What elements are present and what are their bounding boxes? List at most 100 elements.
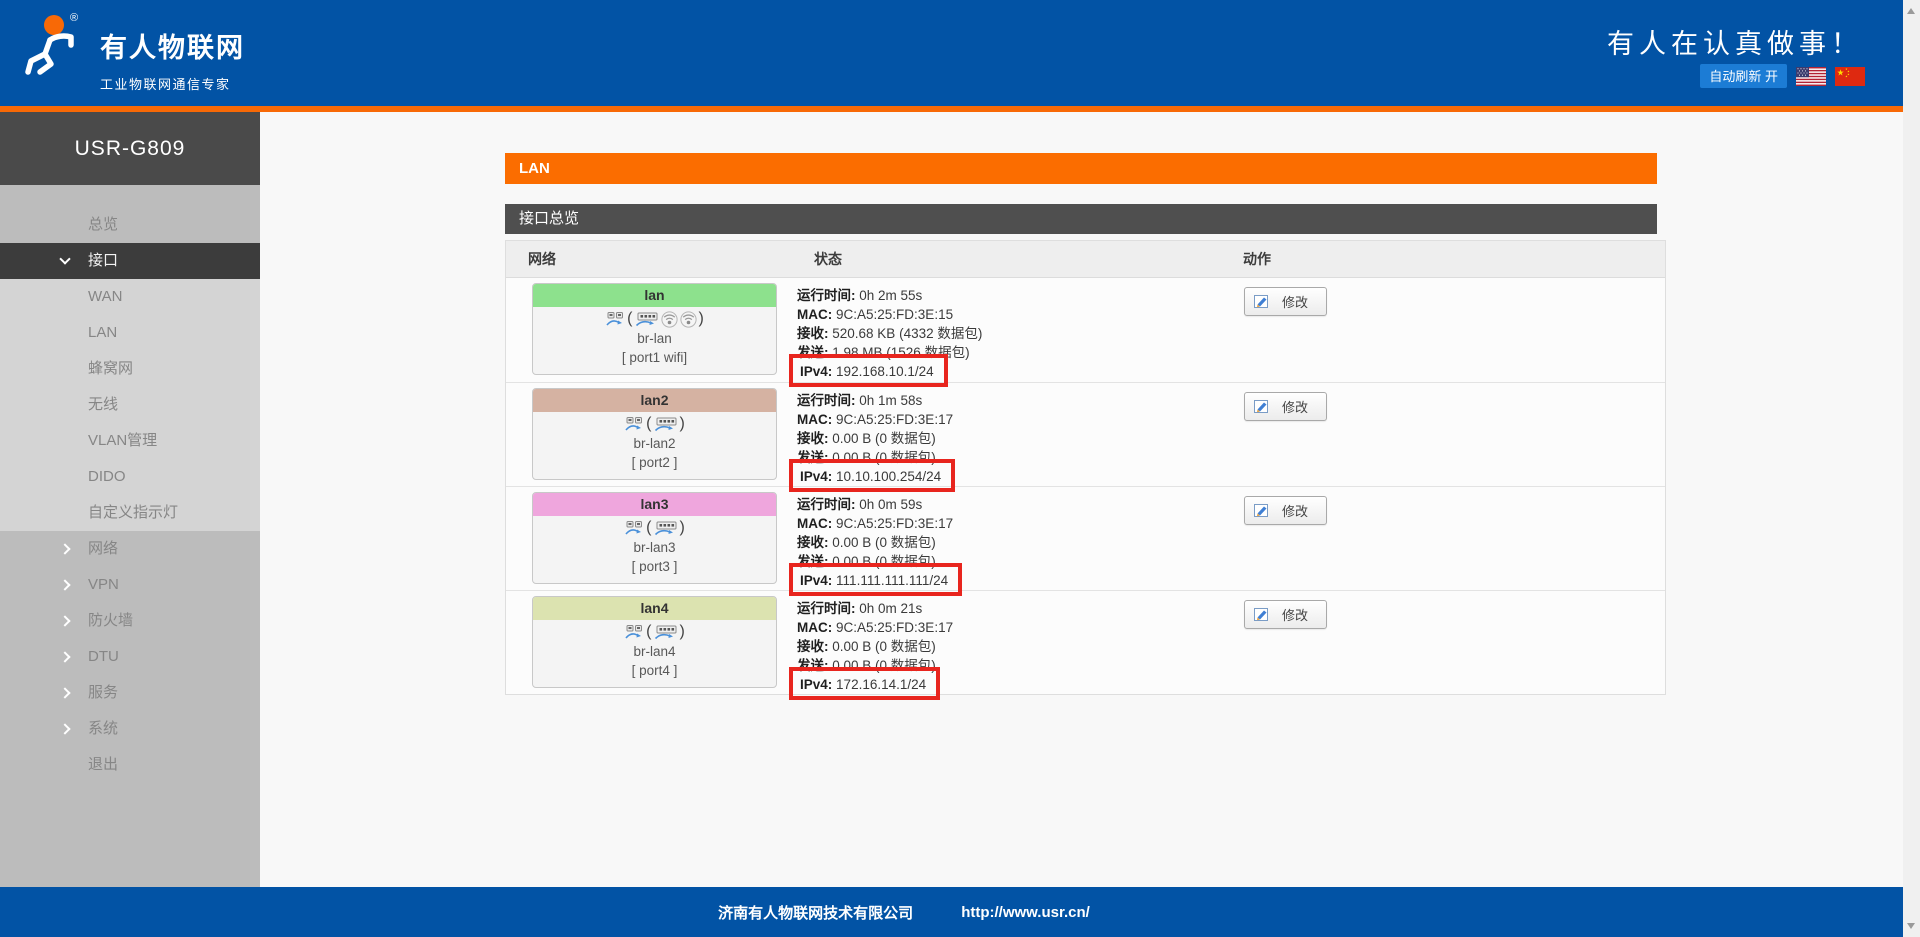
wifi-icon (680, 311, 697, 328)
status-cell: 运行时间: 0h 0m 21s MAC: 9C:A5:25:FD:3E:17 接… (788, 591, 1241, 694)
sidebar-item-logout[interactable]: 退出 (0, 747, 260, 783)
rx-line: 接收: 0.00 B (0 数据包) (797, 533, 1241, 552)
sidebar-item-interface[interactable]: 接口 (0, 243, 260, 279)
action-cell: 修改 (1241, 383, 1665, 486)
vertical-scrollbar[interactable] (1903, 0, 1920, 937)
network-icons: ( ) (533, 307, 776, 329)
bridge-name: br-lan4 (533, 642, 776, 661)
switch-icon (654, 520, 678, 536)
interface-overview-table: 网络 状态 动作 lan ( ) br-lan [ port (505, 240, 1666, 695)
top-header: ® 有人物联网 工业物联网通信专家 有人在认真做事！ 自动刷新 开 (0, 0, 1903, 106)
paren: ) (680, 623, 685, 641)
edit-button[interactable]: 修改 (1244, 496, 1327, 525)
header-tools: 自动刷新 开 (1700, 64, 1865, 88)
footer-url[interactable]: http://www.usr.cn/ (961, 904, 1090, 921)
uptime-line: 运行时间: 0h 1m 58s (797, 391, 1241, 410)
table-row: lan2 ( ) br-lan2 [ port2 ] 运行时间: 0h 1m 5… (506, 382, 1665, 486)
bridge-name: br-lan3 (533, 538, 776, 557)
bridge-name: br-lan (533, 329, 776, 348)
table-header-row: 网络 状态 动作 (506, 241, 1665, 278)
rx-line: 接收: 520.68 KB (4332 数据包) (797, 324, 1241, 343)
sidebar-item-label: DTU (88, 648, 119, 665)
sidebar-item-overview[interactable]: 总览 (0, 207, 260, 243)
chevron-right-icon (59, 543, 70, 554)
paren: ) (680, 415, 685, 433)
edit-icon (1253, 293, 1270, 310)
red-annotation-box: IPv4: 192.168.10.1/24 (789, 354, 948, 387)
column-header-status: 状态 (788, 249, 1241, 269)
cn-flag-icon[interactable] (1835, 67, 1865, 86)
sidebar-item-dido[interactable]: DIDO (0, 459, 260, 495)
sidebar-item-vpn[interactable]: VPN (0, 567, 260, 603)
scrollbar-down-icon[interactable] (1907, 923, 1915, 929)
status-cell: 运行时间: 0h 2m 55s MAC: 9C:A5:25:FD:3E:15 接… (788, 278, 1241, 382)
sidebar-item-lan[interactable]: LAN (0, 315, 260, 351)
network-icons: ( ) (533, 620, 776, 642)
sidebar-item-wan[interactable]: WAN (0, 279, 260, 315)
uptime-line: 运行时间: 0h 2m 55s (797, 286, 1241, 305)
network-icons: ( ) (533, 516, 776, 538)
sidebar-item-label: 退出 (88, 756, 118, 773)
sidebar-item-led[interactable]: 自定义指示灯 (0, 495, 260, 531)
switch-icon (654, 416, 678, 432)
table-row: lan4 ( ) br-lan4 [ port4 ] 运行时间: 0h 0m 2… (506, 590, 1665, 694)
paren: ( (646, 415, 651, 433)
red-annotation-box: IPv4: 172.16.14.1/24 (789, 667, 940, 700)
network-name: lan4 (533, 597, 776, 620)
table-row: lan ( ) br-lan [ port1 wifi] 运行时间: 0h 2m… (506, 278, 1665, 382)
sidebar-item-system[interactable]: 系统 (0, 711, 260, 747)
rx-line: 接收: 0.00 B (0 数据包) (797, 637, 1241, 656)
brand-block: 有人物联网 工业物联网通信专家 (100, 26, 245, 93)
edit-button-label: 修改 (1282, 292, 1308, 311)
sidebar-item-network[interactable]: 网络 (0, 531, 260, 567)
ipv4-line: IPv4: 172.16.14.1/24 (797, 675, 1241, 694)
chevron-down-icon (59, 253, 70, 264)
paren: ( (627, 310, 632, 328)
status-cell: 运行时间: 0h 1m 58s MAC: 9C:A5:25:FD:3E:17 接… (788, 383, 1241, 486)
bridge-icon (624, 520, 644, 536)
bridge-icon (624, 624, 644, 640)
bridge-icon (624, 416, 644, 432)
sidebar-item-label: WAN (88, 288, 122, 305)
network-card: lan ( ) br-lan [ port1 wifi] (532, 283, 777, 375)
uptime-line: 运行时间: 0h 0m 59s (797, 495, 1241, 514)
network-name: lan (533, 284, 776, 307)
port-list: [ port1 wifi] (533, 348, 776, 367)
sidebar-item-service[interactable]: 服务 (0, 675, 260, 711)
section-title: 接口总览 (505, 204, 1657, 234)
network-card: lan3 ( ) br-lan3 [ port3 ] (532, 492, 777, 584)
scrollbar-up-icon[interactable] (1907, 8, 1915, 14)
auto-refresh-toggle[interactable]: 自动刷新 开 (1700, 64, 1787, 88)
sidebar-item-wireless[interactable]: 无线 (0, 387, 260, 423)
us-flag-icon[interactable] (1796, 67, 1826, 86)
sidebar-item-label: 蜂窝网 (88, 360, 133, 377)
sidebar-item-vlan[interactable]: VLAN管理 (0, 423, 260, 459)
red-annotation-box: IPv4: 111.111.111.111/24 (789, 563, 962, 596)
edit-button[interactable]: 修改 (1244, 392, 1327, 421)
brand-name: 有人物联网 (100, 26, 245, 65)
column-header-network: 网络 (506, 249, 788, 269)
usr-logo-icon: ® (20, 8, 90, 78)
sidebar-item-firewall[interactable]: 防火墙 (0, 603, 260, 639)
sidebar-item-label: 系统 (88, 720, 118, 737)
chevron-right-icon (59, 687, 70, 698)
bridge-icon (605, 311, 625, 327)
network-icons: ( ) (533, 412, 776, 434)
sidebar-item-label: 无线 (88, 396, 118, 413)
edit-button[interactable]: 修改 (1244, 600, 1327, 629)
sidebar-item-cellular[interactable]: 蜂窝网 (0, 351, 260, 387)
edit-button[interactable]: 修改 (1244, 287, 1327, 316)
bridge-name: br-lan2 (533, 434, 776, 453)
action-cell: 修改 (1241, 278, 1665, 382)
paren: ( (646, 519, 651, 537)
port-list: [ port3 ] (533, 557, 776, 576)
sidebar-item-dtu[interactable]: DTU (0, 639, 260, 675)
table-row: lan3 ( ) br-lan3 [ port3 ] 运行时间: 0h 0m 5… (506, 486, 1665, 590)
chevron-right-icon (59, 651, 70, 662)
column-header-action: 动作 (1241, 249, 1665, 269)
table-body: lan ( ) br-lan [ port1 wifi] 运行时间: 0h 2m… (506, 278, 1665, 694)
sidebar-item-label: 自定义指示灯 (88, 504, 178, 521)
network-name: lan3 (533, 493, 776, 516)
network-name: lan2 (533, 389, 776, 412)
brand-tagline: 工业物联网通信专家 (100, 74, 245, 93)
